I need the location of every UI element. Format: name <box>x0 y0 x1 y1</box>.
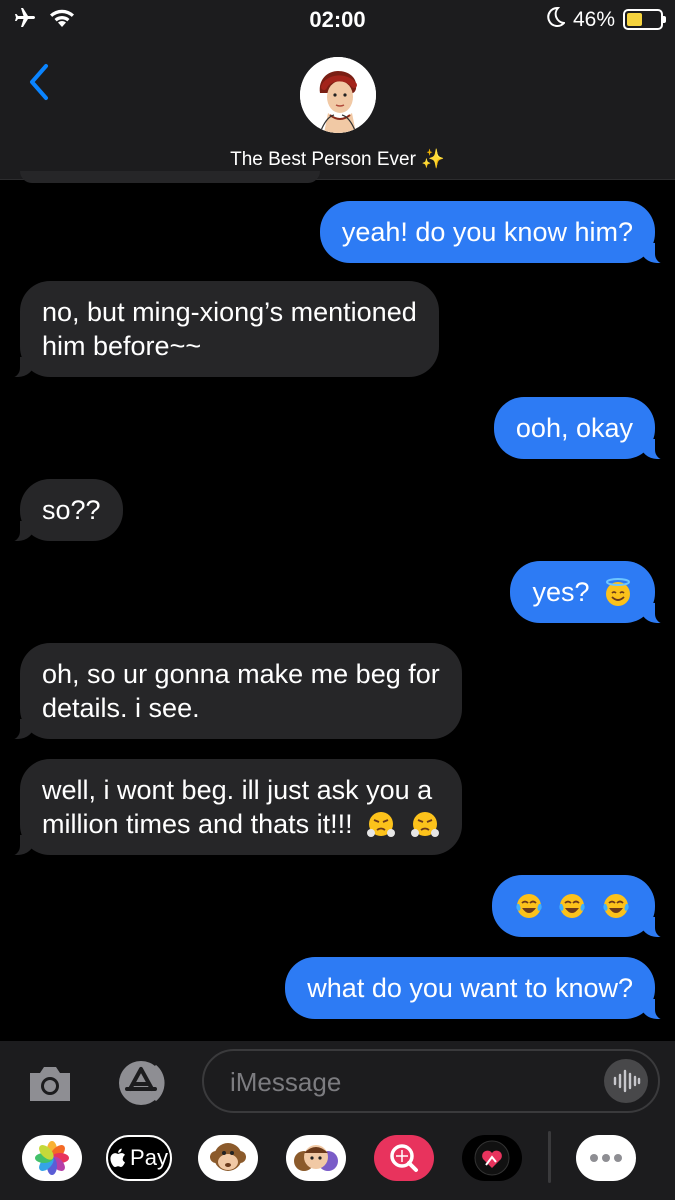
face-with-tears-of-joy-emoji <box>559 894 586 918</box>
app-drawer-divider <box>548 1131 551 1183</box>
message-input[interactable] <box>230 1063 590 1101</box>
apple-logo-icon <box>110 1148 126 1167</box>
more-icon <box>590 1154 622 1162</box>
message-sent[interactable]: yeah! do you know him? <box>319 201 668 264</box>
animoji-button[interactable] <box>198 1135 258 1181</box>
message-text: well, i wont beg. ill just ask you a <box>42 775 433 805</box>
moon-icon <box>545 6 567 33</box>
message-received[interactable]: oh, so ur gonna make me beg for details.… <box>8 643 462 740</box>
message-text: ooh, okay <box>515 413 633 443</box>
status-bar: 02:00 46% <box>0 0 675 38</box>
photos-app-button[interactable] <box>22 1135 82 1181</box>
battery-percent: 46% <box>572 7 615 31</box>
face-with-tears-of-joy-emoji <box>516 894 542 918</box>
status-right: 46% <box>545 6 666 33</box>
message-sent[interactable] <box>491 875 668 938</box>
search-images-icon <box>390 1144 418 1172</box>
message-received[interactable]: no, but ming-xiong’s mentioned him befor… <box>8 281 439 378</box>
previous-message-edge <box>20 171 320 183</box>
digital-touch-button[interactable] <box>462 1135 522 1181</box>
battery-level <box>627 13 642 26</box>
more-apps-button[interactable] <box>576 1135 636 1181</box>
conversation-header: The Best Person Ever ✨ <box>0 38 675 180</box>
message-text: yes? <box>532 577 590 607</box>
apple-pay-button[interactable]: Pay <box>106 1135 172 1181</box>
message-sent[interactable]: ooh, okay <box>493 397 668 460</box>
digital-touch-icon <box>474 1140 510 1176</box>
chevron-left-icon <box>30 64 48 100</box>
app-drawer: Pay <box>0 1131 675 1191</box>
photos-app-icon <box>35 1141 69 1175</box>
message-sent[interactable]: what do you want to know? <box>285 957 667 1020</box>
message-text: him before~~ <box>42 331 202 361</box>
search-images-button[interactable] <box>374 1135 434 1181</box>
message-sent[interactable]: yes? <box>510 561 667 624</box>
face-with-tears-of-joy-emoji <box>603 894 629 918</box>
smiling-face-with-halo-emoji <box>606 578 630 606</box>
camera-icon <box>30 1067 70 1101</box>
audio-message-button[interactable] <box>604 1059 648 1103</box>
message-received[interactable]: so?? <box>8 479 123 542</box>
message-input-container[interactable] <box>202 1049 660 1113</box>
message-text: yeah! do you know him? <box>341 217 633 247</box>
contact-avatar[interactable] <box>300 57 376 133</box>
message-text: no, but ming-xiong’s mentioned <box>42 297 417 327</box>
app-store-icon <box>119 1061 165 1105</box>
message-text: million times and thats it!!! <box>42 809 353 839</box>
app-store-button[interactable] <box>113 1058 173 1108</box>
compose-bar: Pay <box>0 1041 675 1200</box>
waveform-icon <box>613 1069 641 1093</box>
message-text: so?? <box>42 495 101 525</box>
message-received[interactable]: well, i wont beg. ill just ask you a mil… <box>8 759 462 856</box>
apple-pay-label: Pay <box>130 1145 168 1170</box>
battery-icon <box>623 9 666 30</box>
message-text: oh, so ur gonna make me beg for <box>42 659 440 689</box>
face-with-steam-from-nose-emoji <box>410 812 439 837</box>
message-text: what do you want to know? <box>307 973 633 1003</box>
camera-button[interactable] <box>26 1061 74 1105</box>
face-with-steam-from-nose-emoji <box>367 812 396 837</box>
message-thread[interactable]: yeah! do you know him? no, but ming-xion… <box>0 171 675 1041</box>
avatar-illustration <box>300 57 376 133</box>
memoji-button[interactable] <box>286 1135 346 1181</box>
contact-name[interactable]: The Best Person Ever ✨ <box>0 147 675 171</box>
message-text: details. i see. <box>42 693 200 723</box>
memoji-stickers-icon <box>294 1145 338 1171</box>
back-button[interactable] <box>22 60 58 104</box>
monkey-animoji-icon <box>210 1143 246 1171</box>
